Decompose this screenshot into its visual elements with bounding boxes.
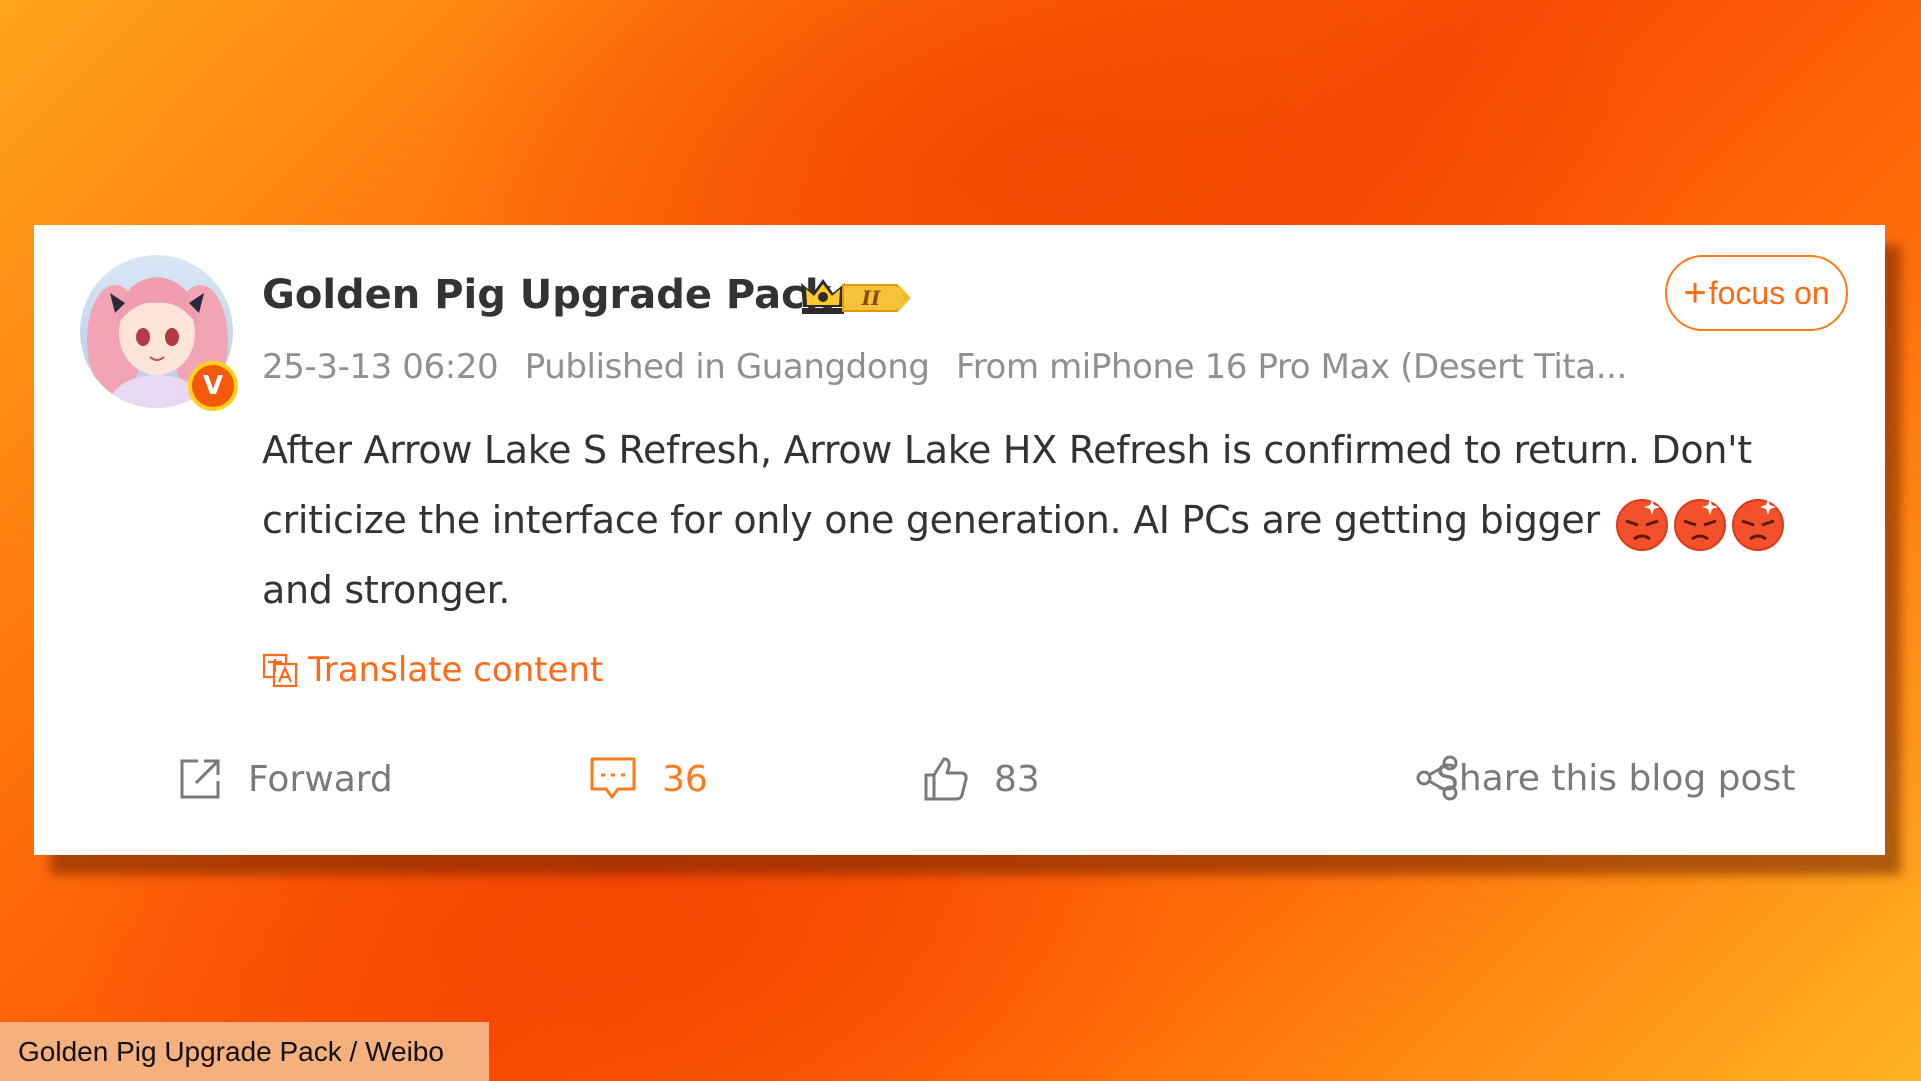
username[interactable]: Golden Pig Upgrade Pack bbox=[262, 272, 831, 318]
thumbs-up-icon bbox=[924, 757, 968, 801]
follow-label: focus on bbox=[1708, 274, 1830, 311]
post-location: Published in Guangdong bbox=[524, 347, 930, 387]
post-content: After Arrow Lake S Refresh, Arrow Lake H… bbox=[262, 415, 1862, 625]
angry-emoji-icon bbox=[1673, 498, 1726, 551]
comment-count: 36 bbox=[662, 758, 708, 800]
translate-button[interactable]: Translate content bbox=[262, 650, 603, 690]
forward-button[interactable]: Forward bbox=[176, 755, 393, 803]
image-credit-caption: Golden Pig Upgrade Pack / Weibo bbox=[0, 1022, 489, 1081]
like-count: 83 bbox=[994, 758, 1040, 800]
angry-emoji-icon bbox=[1731, 498, 1784, 551]
share-label: Share this blog post bbox=[1436, 757, 1796, 799]
like-button[interactable]: 83 bbox=[922, 755, 1040, 803]
post-timestamp[interactable]: 25-3-13 06:20 bbox=[262, 347, 499, 387]
post-text: After Arrow Lake S Refresh, Arrow Lake H… bbox=[262, 428, 1752, 542]
member-badge-label: II bbox=[861, 286, 881, 310]
member-crown-icon[interactable]: II bbox=[799, 277, 912, 323]
share-button[interactable]: Share this blog post bbox=[1416, 755, 1795, 801]
verified-badge: V bbox=[188, 361, 238, 411]
post-device: From miPhone 16 Pro Max (Desert Tita... bbox=[956, 347, 1627, 387]
plus-icon: + bbox=[1683, 271, 1707, 315]
comment-button[interactable]: 36 bbox=[588, 755, 708, 803]
action-bar: Forward 36 83 Share this blog post bbox=[34, 755, 1885, 825]
emoji-group bbox=[1612, 498, 1786, 551]
translate-icon bbox=[262, 653, 298, 688]
follow-button[interactable]: + focus on bbox=[1665, 255, 1848, 331]
post-meta: 25-3-13 06:20 Published in Guangdong Fro… bbox=[262, 347, 1643, 387]
angry-emoji-icon bbox=[1615, 498, 1668, 551]
forward-label: Forward bbox=[248, 758, 393, 800]
forward-icon bbox=[180, 759, 220, 799]
comment-icon bbox=[590, 757, 636, 799]
translate-label: Translate content bbox=[308, 650, 604, 690]
post-text-end: and stronger. bbox=[262, 568, 511, 612]
weibo-post-card: V Golden Pig Upgrade Pack II + focus on … bbox=[34, 225, 1885, 855]
